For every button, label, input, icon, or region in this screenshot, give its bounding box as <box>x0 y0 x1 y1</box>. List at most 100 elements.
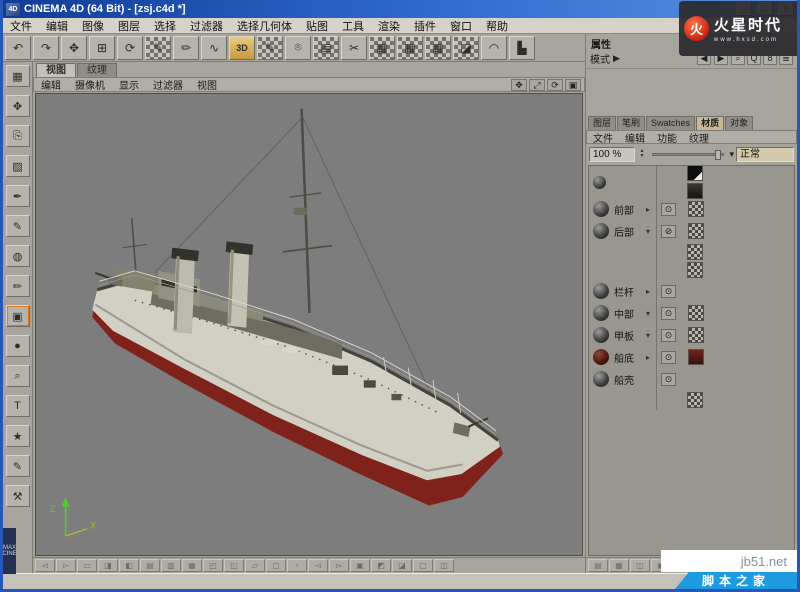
opacity-slider[interactable] <box>652 149 725 160</box>
disabled-tool-icon[interactable]: ◫ <box>434 559 454 572</box>
viewport-menu-item[interactable]: 过滤器 <box>146 77 190 92</box>
materials-menu-item[interactable]: 文件 <box>587 130 619 145</box>
frame-icon[interactable]: ▣ <box>5 305 30 327</box>
materials-tab[interactable]: 笔刷 <box>617 116 646 130</box>
color-drop-icon[interactable]: ● <box>5 335 30 357</box>
material-row[interactable]: 栏杆 ▸ ⊙ <box>589 280 794 302</box>
texture-thumbnail[interactable] <box>688 349 704 365</box>
fill-bucket-icon[interactable]: ◍ <box>5 245 30 267</box>
disabled-tool-icon[interactable]: ▫ <box>287 559 307 572</box>
mode-expand-icon[interactable]: ▶ <box>613 53 620 64</box>
material-row[interactable]: 船壳 ⊙ <box>589 368 794 390</box>
disabled-tool-icon[interactable]: ▻ <box>329 559 349 572</box>
menu-item[interactable]: 帮助 <box>479 18 515 34</box>
disabled-tool-icon[interactable]: ◧ <box>119 559 139 572</box>
rotate-icon[interactable]: ⟳ <box>117 35 143 60</box>
menu-item[interactable]: 选择几何体 <box>230 18 299 34</box>
visibility-eye-icon[interactable]: ⊙ <box>661 328 676 342</box>
material-row[interactable]: 船底 ▸ ⊙ <box>589 346 794 368</box>
airbrush-icon[interactable]: ∿ <box>201 35 227 60</box>
disabled-tool-icon[interactable]: ◻ <box>266 559 286 572</box>
texture-pattern-icon[interactable]: ▦ <box>397 35 423 60</box>
zoom-view-icon[interactable]: ⤢ <box>529 78 545 91</box>
disabled-tool-icon[interactable]: ◰ <box>203 559 223 572</box>
material-row[interactable]: 甲板 ▾ ⊙ <box>589 324 794 346</box>
disabled-tool-icon[interactable]: ▦ <box>182 559 202 572</box>
disabled-tool-icon[interactable]: ◨ <box>98 559 118 572</box>
menu-item[interactable]: 渲染 <box>371 18 407 34</box>
texture-thumbnail[interactable] <box>688 201 704 217</box>
menu-item[interactable]: 插件 <box>407 18 443 34</box>
materials-tab[interactable]: 对象 <box>725 116 754 130</box>
material-row[interactable]: 前部 ▸ ⊙ <box>589 198 794 220</box>
eraser-icon[interactable]: ▤ <box>313 35 339 60</box>
expand-arrow-icon[interactable]: ▾ <box>646 331 656 340</box>
materials-tool-icon[interactable]: ◫ <box>630 559 650 572</box>
text-tool-icon[interactable]: T <box>5 395 30 417</box>
expand-arrow-icon[interactable]: ▸ <box>646 353 656 362</box>
visibility-eye-icon[interactable]: ⊘ <box>661 224 676 238</box>
visibility-eye-icon[interactable]: ⊙ <box>661 306 676 320</box>
materials-tab[interactable]: Swatches <box>646 116 696 130</box>
menu-item[interactable]: 过滤器 <box>183 18 230 34</box>
disabled-tool-icon[interactable]: ▱ <box>245 559 265 572</box>
zoom-value[interactable]: 100 % <box>589 146 635 162</box>
disabled-tool-icon[interactable]: ▻ <box>56 559 76 572</box>
maximize-view-icon[interactable]: ▣ <box>565 78 581 91</box>
visibility-eye-icon[interactable]: ⊙ <box>661 372 676 386</box>
expand-arrow-icon[interactable]: ▸ <box>646 287 656 296</box>
move-icon[interactable]: ✥ <box>61 35 87 60</box>
disabled-tool-icon[interactable]: ◩ <box>371 559 391 572</box>
materials-menu-item[interactable]: 功能 <box>651 130 683 145</box>
expand-arrow-icon[interactable]: ▾ <box>646 309 656 318</box>
wrench-icon[interactable]: ⚒ <box>5 485 30 507</box>
blend-dropdown-icon[interactable]: ▾ <box>729 149 734 160</box>
visibility-eye-icon[interactable]: ⊙ <box>661 350 676 364</box>
texture-thumbnail[interactable] <box>687 166 703 181</box>
menu-item[interactable]: 窗口 <box>443 18 479 34</box>
viewport-menu-item[interactable]: 摄像机 <box>68 77 112 92</box>
duplicate-icon[interactable]: ⎘ <box>5 125 30 147</box>
viewport-canvas[interactable]: Z X <box>35 93 583 556</box>
shape-star-icon[interactable]: ★ <box>5 425 30 447</box>
histogram-icon[interactable]: ▙ <box>509 35 535 60</box>
disabled-tool-icon[interactable]: ▣ <box>350 559 370 572</box>
viewport-menu-item[interactable]: 编辑 <box>34 77 68 92</box>
disabled-tool-icon[interactable]: ◪ <box>392 559 412 572</box>
stepper-down-icon[interactable]: ▾ <box>637 153 647 159</box>
menu-item[interactable]: 选择 <box>147 18 183 34</box>
draw-pencil-icon[interactable]: ✏ <box>5 275 30 297</box>
texture-thumbnail[interactable] <box>688 223 704 239</box>
materials-tool-icon[interactable]: ▤ <box>588 559 608 572</box>
visibility-eye-icon[interactable]: ⊙ <box>661 284 676 298</box>
zoom-stepper[interactable]: ▴ ▾ <box>637 148 647 159</box>
texture-thumbnail[interactable] <box>687 262 703 278</box>
menu-item[interactable]: 编辑 <box>39 18 75 34</box>
disabled-tool-icon[interactable]: ▢ <box>413 559 433 572</box>
visibility-eye-icon[interactable]: ⊙ <box>661 202 676 216</box>
rotate-view-icon[interactable]: ⟳ <box>547 78 563 91</box>
redo-icon[interactable]: ↷ <box>33 35 59 60</box>
slider-knob[interactable] <box>715 149 722 160</box>
brush-icon[interactable]: ✎ <box>5 215 30 237</box>
smear-icon[interactable]: ✎ <box>257 35 283 60</box>
menu-item[interactable]: 图像 <box>75 18 111 34</box>
expand-arrow-icon[interactable]: ▾ <box>646 227 656 236</box>
scale-icon[interactable]: ⊞ <box>89 35 115 60</box>
texture-thumbnail[interactable] <box>687 392 703 408</box>
viewport-menu-item[interactable]: 视图 <box>190 77 224 92</box>
disabled-tool-icon[interactable]: ◅ <box>308 559 328 572</box>
pen-icon[interactable]: ✒ <box>5 185 30 207</box>
texture-thumbnail[interactable] <box>687 183 703 199</box>
pan-view-icon[interactable]: ✥ <box>511 78 527 91</box>
pencil-icon[interactable]: ✏ <box>173 35 199 60</box>
undo-icon[interactable]: ↶ <box>5 35 31 60</box>
disabled-tool-icon[interactable]: ◅ <box>35 559 55 572</box>
move-tool-icon[interactable]: ✥ <box>5 95 30 117</box>
material-row[interactable]: 后部 ▾ ⊘ <box>589 220 794 242</box>
texture-thumbnail[interactable] <box>688 305 704 321</box>
viewport-menu-item[interactable]: 显示 <box>112 77 146 92</box>
material-row[interactable]: 中部 ▾ ⊙ <box>589 302 794 324</box>
disabled-tool-icon[interactable]: ▤ <box>140 559 160 572</box>
crop-icon[interactable]: ✂ <box>341 35 367 60</box>
